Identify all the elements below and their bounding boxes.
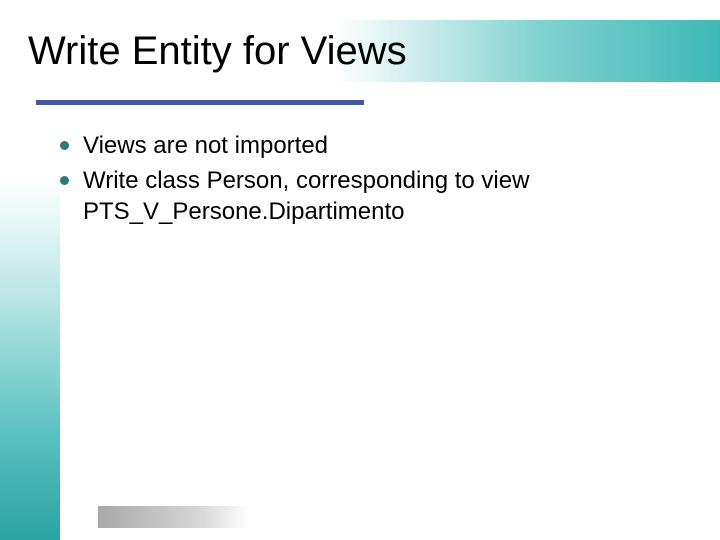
title-band: Write Entity for Views: [20, 20, 720, 82]
title-underline: [36, 100, 364, 105]
list-item: Views are not imported: [60, 130, 680, 161]
bullet-text: Views are not imported: [83, 130, 328, 161]
bullet-text: Write class Person, corresponding to vie…: [83, 165, 680, 227]
slide-title: Write Entity for Views: [20, 20, 720, 82]
bullet-icon: [60, 141, 69, 150]
bullet-icon: [60, 176, 69, 185]
footer-decor-bar: [98, 506, 248, 528]
list-item: Write class Person, corresponding to vie…: [60, 165, 680, 227]
content-area: Views are not imported Write class Perso…: [60, 130, 680, 232]
slide: Write Entity for Views Views are not imp…: [0, 0, 720, 540]
left-gradient-decor: [0, 180, 60, 540]
